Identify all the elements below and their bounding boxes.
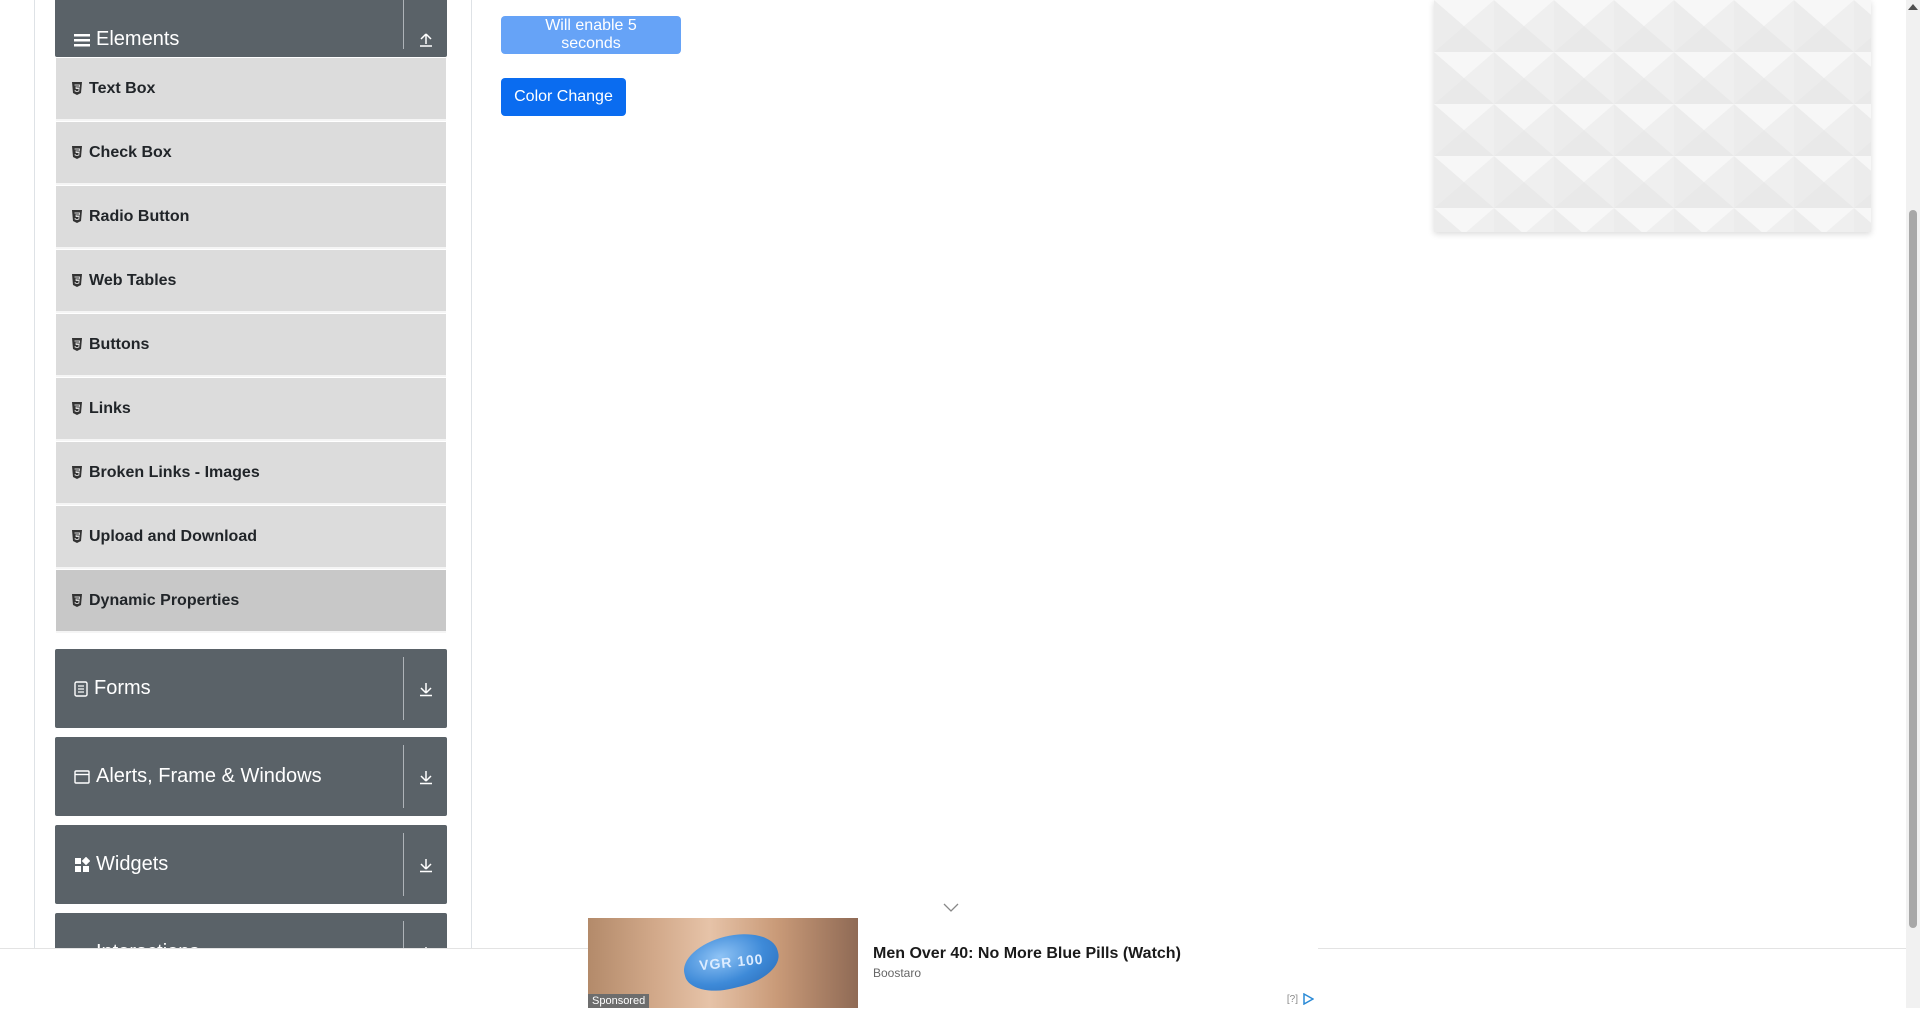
enable-after-button[interactable]: Will enable 5 seconds	[501, 16, 681, 54]
sidebar-item-label: Broken Links - Images	[89, 463, 260, 481]
html5-icon	[71, 466, 83, 479]
ad-source[interactable]: Boostaro	[873, 966, 921, 980]
sidebar-item-check-box[interactable]: Check Box	[56, 122, 446, 185]
sidebar-item-label: Buttons	[89, 335, 150, 353]
sidebar-item-broken-links[interactable]: Broken Links - Images	[56, 442, 446, 505]
group-header-elements[interactable]: Elements	[55, 0, 447, 57]
widgets-icon	[75, 856, 90, 872]
expand-down-icon[interactable]	[404, 649, 447, 728]
chevron-down-icon[interactable]	[943, 900, 959, 918]
sidebar-item-buttons[interactable]: Buttons	[56, 314, 446, 377]
sidebar-item-label: Radio Button	[89, 207, 190, 225]
sidebar-item-text-box[interactable]: Text Box	[56, 58, 446, 121]
html5-icon	[71, 338, 83, 351]
ad-info-label[interactable]: [?]	[1287, 994, 1298, 1005]
color-change-button[interactable]: Color Change	[501, 78, 626, 116]
group-label: Widgets	[96, 853, 169, 875]
ad-headline[interactable]: Men Over 40: No More Blue Pills (Watch)	[873, 945, 1181, 963]
pill-text: VGR 100	[698, 950, 764, 974]
sidebar-item-label: Links	[89, 399, 131, 417]
banner-image	[1434, 0, 1871, 232]
sidebar-item-label: Check Box	[89, 143, 172, 161]
sidebar-item-label: Text Box	[89, 79, 156, 97]
html5-icon	[71, 402, 83, 415]
html5-icon	[71, 530, 83, 543]
sidebar-item-links[interactable]: Links	[56, 378, 446, 441]
sidebar-item-label: Web Tables	[89, 271, 177, 289]
window-icon	[74, 769, 90, 784]
document-icon	[74, 680, 88, 697]
group-label: Forms	[94, 677, 151, 699]
expand-down-icon[interactable]	[404, 737, 447, 816]
sidebar-item-label: Dynamic Properties	[89, 591, 240, 609]
group-header-alerts[interactable]: Alerts, Frame & Windows	[55, 737, 447, 816]
vertical-scrollbar[interactable]	[1906, 0, 1920, 1008]
sidebar-item-upload-download[interactable]: Upload and Download	[56, 506, 446, 569]
html5-icon	[71, 594, 83, 607]
sidebar-item-radio-button[interactable]: Radio Button	[56, 186, 446, 249]
html5-icon	[71, 210, 83, 223]
expand-down-icon[interactable]	[404, 825, 447, 904]
group-header-widgets[interactable]: Widgets	[55, 825, 447, 904]
scrollbar-thumb[interactable]	[1909, 210, 1917, 928]
geometric-pattern	[1434, 0, 1871, 232]
sidebar-item-label: Upload and Download	[89, 527, 257, 545]
ad-info[interactable]: [?]	[1287, 993, 1314, 1005]
hamburger-icon	[74, 33, 90, 46]
scroll-up-arrow-icon[interactable]	[1908, 4, 1918, 10]
group-header-forms[interactable]: Forms	[55, 649, 447, 728]
html5-icon	[71, 146, 83, 159]
adchoices-icon[interactable]	[1302, 993, 1314, 1005]
sponsored-ad[interactable]: VGR 100 Sponsored Men Over 40: No More B…	[588, 918, 1318, 1008]
sidebar-item-web-tables[interactable]: Web Tables	[56, 250, 446, 313]
sidebar-item-dynamic-properties[interactable]: Dynamic Properties	[56, 570, 446, 633]
ad-image[interactable]: VGR 100 Sponsored	[588, 918, 858, 1008]
html5-icon	[71, 82, 83, 95]
group-label: Alerts, Frame & Windows	[96, 765, 322, 787]
sponsored-label: Sponsored	[588, 994, 650, 1008]
group-label: Elements	[96, 28, 180, 50]
pill-graphic: VGR 100	[678, 925, 784, 999]
html5-icon	[71, 274, 83, 287]
